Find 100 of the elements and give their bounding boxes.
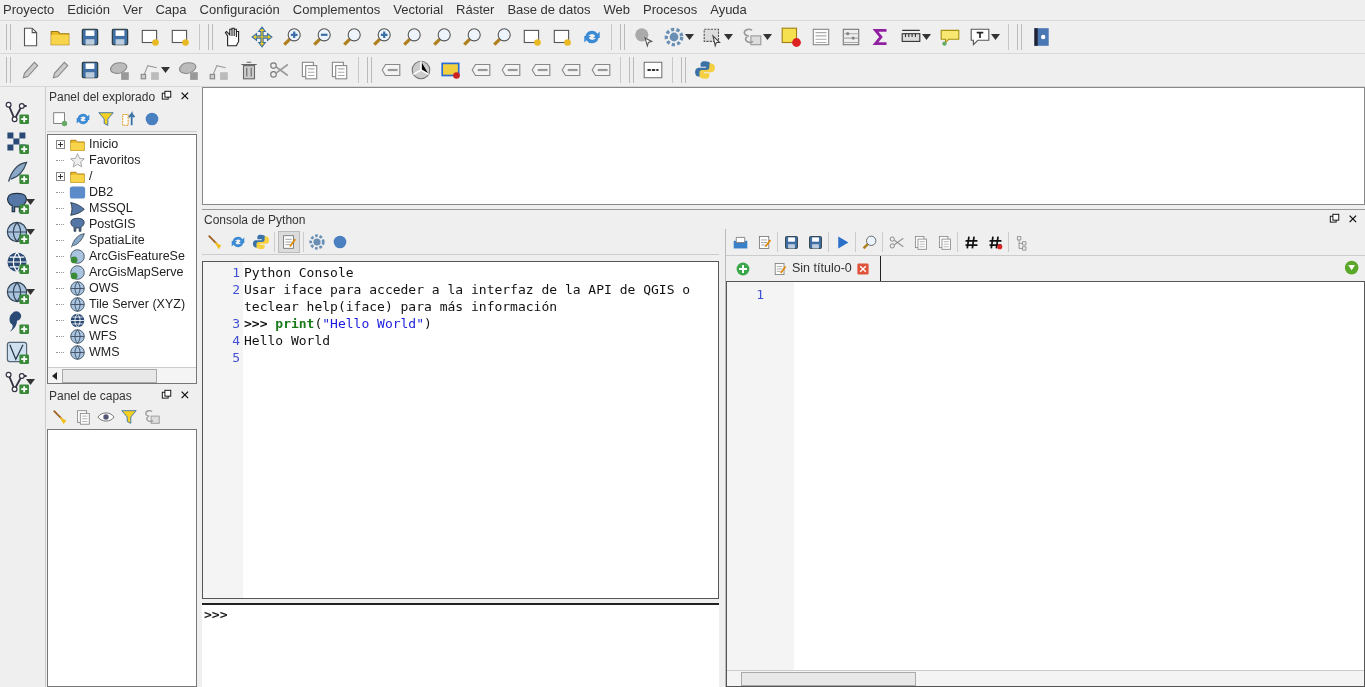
globe-icon [69, 279, 86, 297]
panel-title: Consola de Python [204, 211, 306, 229]
tab-list-button[interactable] [1344, 260, 1361, 277]
close-tab-icon [855, 261, 870, 276]
filter-icon [120, 408, 138, 426]
caret-icon[interactable] [685, 34, 694, 40]
add-layer-button[interactable] [4, 279, 30, 305]
menu-item[interactable]: Vectorial [393, 0, 444, 20]
copy-icon [74, 408, 92, 426]
console-tool-button[interactable] [278, 230, 300, 253]
python-icon [694, 59, 716, 81]
console-line: >>> print("Hello World") [244, 315, 433, 332]
line-number: 1 [232, 264, 240, 281]
line-number: 2 [232, 281, 240, 299]
menu-item[interactable]: Capa [155, 0, 187, 20]
magnifier-icon [491, 26, 513, 48]
line-number: 4 [232, 332, 240, 349]
python-icon [252, 232, 270, 251]
menu-item[interactable]: Ráster [456, 0, 495, 20]
caret-icon[interactable] [991, 34, 1000, 40]
add-layer-button[interactable] [4, 99, 30, 125]
add-shape-icon [109, 59, 131, 81]
globe-icon [5, 280, 29, 304]
menu-item[interactable]: Proyecto [3, 0, 55, 20]
grid-globe-icon [5, 250, 29, 274]
console-tool-button[interactable] [307, 231, 327, 252]
caret-icon[interactable] [161, 67, 170, 73]
panel-title: Panel del explorado [49, 88, 156, 106]
code-editor[interactable]: 1 [726, 281, 1365, 687]
globe-icon [69, 343, 86, 361]
deselect-icon [780, 26, 802, 48]
broom-icon [51, 408, 69, 426]
add-item-icon [51, 109, 69, 128]
horizontal-scrollbar[interactable] [727, 670, 1364, 686]
zoom-out-icon [311, 26, 333, 48]
caret-icon[interactable] [26, 229, 35, 235]
table-icon [810, 26, 832, 48]
expression-icon [143, 408, 161, 426]
caret-icon[interactable] [922, 34, 931, 40]
add-layer-button[interactable] [4, 129, 30, 155]
spatialite-icon [69, 231, 86, 249]
console-line: Python Console [244, 264, 355, 281]
line-number: 5 [232, 349, 240, 366]
float-icon [161, 389, 174, 402]
menu-item[interactable]: Edición [67, 0, 110, 20]
expand-icon[interactable] [55, 139, 65, 149]
console-line: Hello World [244, 332, 332, 349]
float-icon [161, 90, 174, 103]
edit-page-icon [772, 260, 788, 277]
selection-icon [702, 26, 724, 48]
scissors-icon [887, 233, 905, 251]
expression-icon [741, 26, 763, 48]
plus-circle-icon [735, 260, 751, 277]
panel-tool-button[interactable] [119, 407, 139, 427]
horizontal-scrollbar[interactable] [48, 367, 196, 383]
menu-item[interactable]: Configuración [199, 0, 280, 20]
zoom-in-icon [371, 26, 393, 48]
add-shape-icon [178, 59, 200, 81]
identify-icon [633, 26, 655, 48]
gear-icon [308, 232, 326, 251]
vector-layer-icon [5, 100, 29, 124]
pan-arrows-icon [251, 26, 273, 48]
console-line: Usar iface para acceder a la interfaz de la API de QGIS o teclear help(iface) para más información [244, 281, 692, 315]
star-icon [69, 151, 86, 169]
menu-item[interactable]: Complementos [292, 0, 381, 20]
caret-icon[interactable] [26, 199, 35, 205]
abacus-icon [840, 26, 862, 48]
add-layer-button[interactable] [4, 219, 30, 245]
checker-raster-icon [5, 130, 29, 154]
trash-icon [238, 59, 260, 81]
menu-item[interactable]: Base de datos [507, 0, 591, 20]
expand-icon[interactable] [55, 171, 65, 181]
caret-icon[interactable] [26, 379, 35, 385]
edit-page-icon [280, 232, 298, 251]
elephant-icon [5, 190, 29, 214]
add-layer-button[interactable] [4, 249, 30, 275]
caret-icon[interactable] [763, 34, 772, 40]
feather-icon [5, 160, 29, 184]
menu-item[interactable]: Procesos [643, 0, 698, 20]
menu-item[interactable]: Ayuda [710, 0, 747, 20]
caret-icon[interactable] [26, 289, 35, 295]
down-circle-icon [1344, 260, 1361, 277]
broom-icon [206, 232, 224, 251]
mesh-icon [5, 340, 29, 364]
globe-icon [69, 327, 86, 345]
scissors-icon [268, 59, 290, 81]
menu-item[interactable]: Ver [122, 0, 143, 20]
add-layer-button[interactable] [4, 369, 30, 395]
close-tab-button[interactable] [855, 261, 870, 276]
caret-icon[interactable] [724, 34, 733, 40]
magnifier-icon [431, 26, 453, 48]
text-annotation-icon [969, 26, 991, 48]
line-number: 1 [756, 286, 764, 304]
menu-item[interactable]: Web [603, 0, 630, 20]
add-layer-button[interactable] [4, 339, 30, 365]
globe-badge-icon [69, 263, 86, 281]
globe-badge-icon [69, 247, 86, 265]
magnifier-icon [461, 26, 483, 48]
mssql-icon [69, 199, 86, 217]
console-input[interactable]: >>> [202, 603, 719, 687]
